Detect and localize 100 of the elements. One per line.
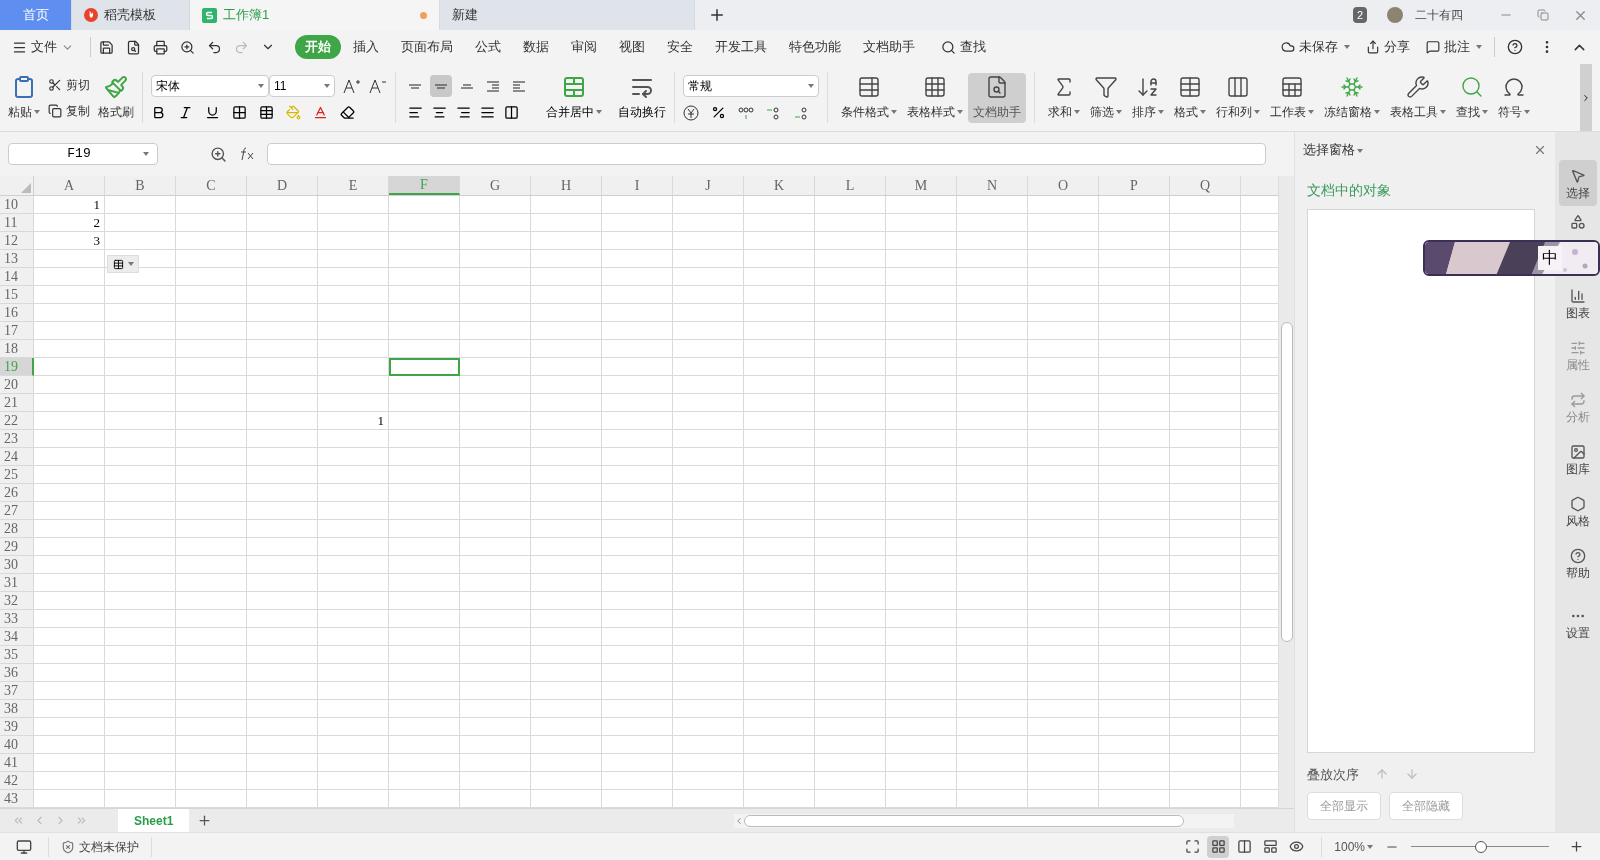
column-header[interactable]: Q bbox=[1170, 176, 1241, 195]
ribbon-tool-button[interactable]: 冻结窗格 bbox=[1319, 72, 1385, 123]
add-sheet-icon[interactable] bbox=[197, 813, 213, 828]
selected-cell[interactable] bbox=[389, 358, 460, 376]
column-header[interactable]: D bbox=[247, 176, 318, 195]
input-method-toolbar[interactable]: 中 bbox=[1423, 240, 1600, 276]
clear-icon[interactable] bbox=[340, 105, 355, 120]
row-header[interactable]: 41 bbox=[0, 754, 34, 772]
row-header[interactable]: 26 bbox=[0, 484, 34, 502]
percent-icon[interactable] bbox=[711, 105, 726, 120]
fill-color-icon[interactable] bbox=[286, 105, 301, 120]
bring-forward-icon[interactable] bbox=[1375, 767, 1389, 782]
row-header[interactable]: 39 bbox=[0, 718, 34, 736]
table-cell[interactable]: 2 bbox=[34, 214, 105, 232]
save-icon[interactable] bbox=[99, 39, 114, 55]
formula-field[interactable] bbox=[267, 143, 1266, 165]
ribbon-tab[interactable]: 插入 bbox=[343, 35, 389, 59]
ribbon-tool-button[interactable]: 筛选 bbox=[1085, 72, 1127, 123]
row-header[interactable]: 15 bbox=[0, 286, 34, 304]
column-header[interactable]: A bbox=[34, 176, 105, 195]
sidebar-button[interactable]: 设置 bbox=[1558, 600, 1597, 646]
font-size-field[interactable]: 11 bbox=[269, 75, 335, 97]
row-header[interactable]: 22 bbox=[0, 412, 34, 430]
thousands-icon[interactable] bbox=[738, 105, 754, 120]
zoom-slider[interactable] bbox=[1411, 840, 1549, 853]
bold-icon[interactable] bbox=[151, 105, 166, 120]
send-backward-icon[interactable] bbox=[1405, 767, 1419, 782]
ribbon-tab[interactable]: 视图 bbox=[609, 35, 655, 59]
column-header[interactable]: L bbox=[815, 176, 886, 195]
sidebar-button[interactable]: 图表 bbox=[1558, 280, 1597, 326]
align-right-icon[interactable] bbox=[456, 105, 471, 120]
grow-font-icon[interactable] bbox=[343, 78, 361, 94]
ribbon-tool-button[interactable]: 表格样式 bbox=[902, 72, 968, 123]
sidebar-button[interactable]: 选择 bbox=[1558, 160, 1597, 206]
row-header[interactable]: 25 bbox=[0, 466, 34, 484]
row-header[interactable]: 43 bbox=[0, 790, 34, 808]
column-header[interactable]: C bbox=[176, 176, 247, 195]
wrap-text-button[interactable]: 自动换行 bbox=[618, 74, 666, 121]
ribbon-tool-button[interactable]: 求和 bbox=[1043, 72, 1085, 123]
row-header[interactable]: 23 bbox=[0, 430, 34, 448]
row-header[interactable]: 33 bbox=[0, 610, 34, 628]
table-cell[interactable]: 3 bbox=[34, 232, 105, 250]
row-header[interactable]: 14 bbox=[0, 268, 34, 286]
document-tab[interactable]: 首页 bbox=[0, 0, 72, 30]
format-painter-button[interactable]: 格式刷 bbox=[98, 74, 134, 121]
justify-icon[interactable] bbox=[480, 105, 495, 120]
pane-title[interactable]: 选择窗格 bbox=[1303, 140, 1363, 160]
row-header[interactable]: 28 bbox=[0, 520, 34, 538]
decrease-decimal-icon[interactable] bbox=[794, 105, 810, 120]
objects-list[interactable] bbox=[1307, 208, 1535, 753]
increase-decimal-icon[interactable] bbox=[766, 105, 782, 120]
column-header[interactable]: B bbox=[105, 176, 176, 195]
file-menu[interactable]: 文件 bbox=[12, 37, 82, 57]
paste-button[interactable]: 粘贴 bbox=[8, 74, 40, 121]
shrink-font-icon[interactable] bbox=[369, 78, 387, 94]
column-header[interactable]: J bbox=[673, 176, 744, 195]
last-sheet-icon[interactable] bbox=[75, 814, 88, 827]
row-header[interactable]: 36 bbox=[0, 664, 34, 682]
ribbon-tab[interactable]: 公式 bbox=[465, 35, 511, 59]
ribbon-scroll-button[interactable] bbox=[1580, 64, 1592, 131]
underline-icon[interactable] bbox=[205, 105, 220, 120]
copy-button[interactable]: 复制 bbox=[48, 101, 90, 120]
row-header[interactable]: 29 bbox=[0, 538, 34, 556]
row-header[interactable]: 10 bbox=[0, 196, 34, 214]
redo-icon[interactable] bbox=[234, 39, 249, 55]
ribbon-tool-button[interactable]: 表格工具 bbox=[1385, 72, 1451, 123]
table-cell[interactable]: 1 bbox=[34, 196, 105, 214]
sidebar-button[interactable]: 风格 bbox=[1558, 488, 1597, 534]
align-left-icon[interactable] bbox=[408, 105, 423, 120]
cell-style-icon[interactable] bbox=[259, 105, 274, 120]
column-header[interactable]: P bbox=[1099, 176, 1170, 195]
column-header[interactable]: N bbox=[957, 176, 1028, 195]
ribbon-tool-button[interactable]: 格式 bbox=[1169, 72, 1211, 123]
restore-button[interactable] bbox=[1537, 9, 1549, 21]
paste-options-menu[interactable] bbox=[107, 255, 139, 273]
align-center-icon[interactable] bbox=[432, 105, 447, 120]
row-header[interactable]: 20 bbox=[0, 376, 34, 394]
font-color-icon[interactable] bbox=[313, 105, 328, 120]
row-header[interactable]: 32 bbox=[0, 592, 34, 610]
row-header[interactable]: 35 bbox=[0, 646, 34, 664]
sidebar-button[interactable]: 图库 bbox=[1558, 436, 1597, 482]
row-header[interactable]: 30 bbox=[0, 556, 34, 574]
row-header[interactable]: 21 bbox=[0, 394, 34, 412]
row-header[interactable]: 16 bbox=[0, 304, 34, 322]
distribute-icon[interactable] bbox=[504, 105, 519, 120]
row-header[interactable]: 11 bbox=[0, 214, 34, 232]
alignment-button[interactable] bbox=[430, 75, 452, 97]
row-header[interactable]: 18 bbox=[0, 340, 34, 358]
row-header[interactable]: 13 bbox=[0, 250, 34, 268]
ribbon-tab[interactable]: 审阅 bbox=[561, 35, 607, 59]
toolbar-action[interactable]: 分享 bbox=[1366, 37, 1410, 57]
toolbar-action[interactable]: 未保存 bbox=[1281, 37, 1350, 57]
function-icon[interactable] bbox=[239, 147, 255, 161]
ribbon-tool-button[interactable]: 查找 bbox=[1451, 72, 1493, 123]
ribbon-tool-button[interactable]: 条件格式 bbox=[836, 72, 902, 123]
count-badge[interactable]: 2 bbox=[1352, 6, 1367, 24]
vertical-scrollbar[interactable] bbox=[1278, 176, 1294, 808]
zoom-level[interactable]: 100% bbox=[1334, 837, 1373, 856]
ribbon-tool-button[interactable]: 行和列 bbox=[1211, 72, 1265, 123]
row-header[interactable]: 34 bbox=[0, 628, 34, 646]
